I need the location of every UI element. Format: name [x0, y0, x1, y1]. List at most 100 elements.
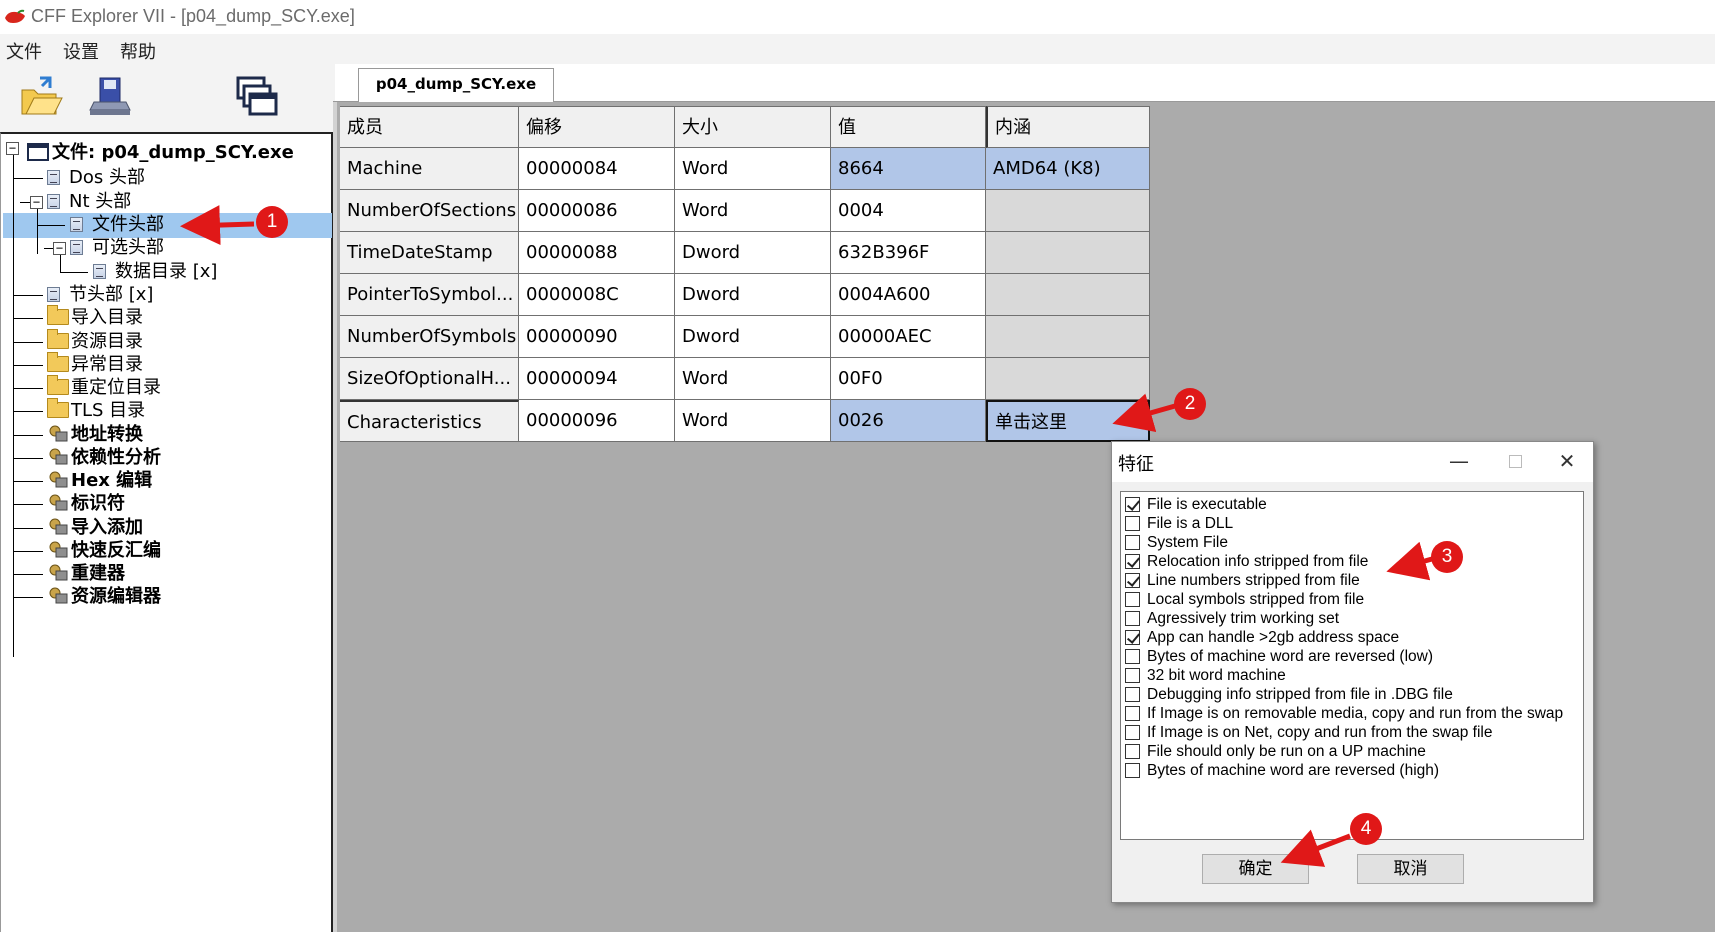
column-header-value[interactable]: 值 [831, 106, 986, 148]
option-removable-run-from-swap[interactable]: If Image is on removable media, copy and… [1125, 703, 1563, 724]
option-bytes-reversed-high[interactable]: Bytes of machine word are reversed (high… [1125, 760, 1439, 781]
checkbox-checked[interactable] [1125, 554, 1140, 569]
tree-item-identifier[interactable]: 标识符 [47, 492, 125, 516]
option-line-numbers-stripped[interactable]: Line numbers stripped from file [1125, 570, 1360, 591]
table-cell-member[interactable]: Machine [340, 148, 519, 190]
table-cell-size[interactable]: Word [675, 148, 831, 190]
table-cell-meaning[interactable] [986, 316, 1150, 358]
tree-collapse-toggle[interactable]: − [53, 242, 66, 255]
checkbox[interactable] [1125, 725, 1140, 740]
option-relocation-stripped[interactable]: Relocation info stripped from file [1125, 551, 1368, 572]
menu-help[interactable]: 帮助 [120, 38, 156, 64]
table-cell-offset[interactable]: 00000088 [519, 232, 675, 274]
checkbox[interactable] [1125, 668, 1140, 683]
table-cell-value[interactable]: 632B396F [831, 232, 986, 274]
tree-item-import-directory[interactable]: 导入目录 [47, 305, 143, 330]
table-cell-size[interactable]: Dword [675, 316, 831, 358]
tree-item-exception-directory[interactable]: 异常目录 [47, 352, 143, 377]
tree-item-resource-directory[interactable]: 资源目录 [47, 329, 143, 354]
open-icon[interactable] [16, 72, 66, 122]
tree-item-nt-header[interactable]: Nt 头部 [47, 190, 131, 214]
checkbox[interactable] [1125, 611, 1140, 626]
checkbox-checked[interactable] [1125, 630, 1140, 645]
tab-file[interactable]: p04_dump_SCY.exe [358, 68, 554, 102]
option-bytes-reversed-low[interactable]: Bytes of machine word are reversed (low) [1125, 646, 1433, 667]
table-cell-value[interactable]: 0004A600 [831, 274, 986, 316]
checkbox-checked[interactable] [1125, 573, 1140, 588]
table-cell-member[interactable]: SizeOfOptionalH... [340, 358, 519, 400]
table-cell-value[interactable]: 00000AEC [831, 316, 986, 358]
option-net-run-from-swap[interactable]: If Image is on Net, copy and run from th… [1125, 722, 1492, 743]
table-cell-offset[interactable]: 00000096 [519, 400, 675, 442]
checkbox[interactable] [1125, 706, 1140, 721]
table-cell-value[interactable]: 8664 [831, 148, 986, 190]
option-32bit-machine[interactable]: 32 bit word machine [1125, 665, 1286, 686]
table-cell-member[interactable]: PointerToSymbol... [340, 274, 519, 316]
option-up-system-only[interactable]: File should only be run on a UP machine [1125, 741, 1426, 762]
table-cell-size[interactable]: Word [675, 358, 831, 400]
tree-collapse-toggle[interactable]: − [6, 142, 19, 155]
table-cell-member[interactable]: Characteristics [340, 400, 519, 442]
table-cell-value[interactable]: 0004 [831, 190, 986, 232]
tree-item-address-converter[interactable]: 地址转换 [47, 423, 143, 447]
checkbox[interactable] [1125, 744, 1140, 759]
table-cell-size[interactable]: Word [675, 400, 831, 442]
tree-item-dependency-walker[interactable]: 依赖性分析 [47, 446, 161, 470]
option-debug-stripped[interactable]: Debugging info stripped from file in .DB… [1125, 684, 1453, 705]
tree-item-data-directories[interactable]: 数据目录 [x] [93, 260, 217, 284]
table-cell-member[interactable]: NumberOfSections [340, 190, 519, 232]
tree-item-quick-disassembler[interactable]: 快速反汇编 [47, 539, 161, 563]
checkbox-checked[interactable] [1125, 497, 1140, 512]
option-file-is-dll[interactable]: File is a DLL [1125, 513, 1233, 534]
tree-item-optional-header[interactable]: 可选头部 [70, 236, 164, 260]
checkbox[interactable] [1125, 763, 1140, 778]
tree-item-section-headers[interactable]: 节头部 [x] [47, 283, 153, 307]
option-large-address-aware[interactable]: App can handle >2gb address space [1125, 627, 1399, 648]
table-cell-offset[interactable]: 00000090 [519, 316, 675, 358]
close-icon[interactable]: ✕ [1544, 446, 1590, 478]
tree-item-import-adder[interactable]: 导入添加 [47, 516, 143, 540]
tree-collapse-toggle[interactable]: − [30, 196, 43, 209]
table-cell-offset[interactable]: 00000086 [519, 190, 675, 232]
option-system-file[interactable]: System File [1125, 532, 1228, 553]
tree-item-tls-directory[interactable]: TLS 目录 [47, 398, 145, 423]
minimize-icon[interactable]: — [1436, 446, 1482, 478]
table-cell-meaning[interactable]: AMD64 (K8) [986, 148, 1150, 190]
menu-file[interactable]: 文件 [6, 38, 42, 64]
table-cell-member[interactable]: NumberOfSymbols [340, 316, 519, 358]
table-cell-meaning[interactable] [986, 232, 1150, 274]
table-cell-meaning[interactable] [986, 190, 1150, 232]
option-aggressive-trim[interactable]: Agressively trim working set [1125, 608, 1339, 629]
table-cell-size[interactable]: Dword [675, 274, 831, 316]
table-cell-offset[interactable]: 00000084 [519, 148, 675, 190]
tree-item-resource-editor[interactable]: 资源编辑器 [47, 585, 161, 609]
column-header-meaning[interactable]: 内涵 [986, 106, 1150, 148]
table-cell-member[interactable]: TimeDateStamp [340, 232, 519, 274]
tree-item-file-header[interactable]: 文件头部 [70, 213, 164, 237]
option-local-symbols-stripped[interactable]: Local symbols stripped from file [1125, 589, 1364, 610]
table-cell-size[interactable]: Dword [675, 232, 831, 274]
tree-item-hex-editor[interactable]: Hex 编辑 [47, 469, 152, 493]
option-file-is-executable[interactable]: File is executable [1125, 494, 1267, 515]
menu-settings[interactable]: 设置 [63, 38, 99, 64]
maximize-icon[interactable] [1492, 446, 1538, 478]
column-header-offset[interactable]: 偏移 [519, 106, 675, 148]
table-cell-value[interactable]: 00F0 [831, 358, 986, 400]
table-cell-value[interactable]: 0026 [831, 400, 986, 442]
table-cell-meaning[interactable] [986, 274, 1150, 316]
ok-button[interactable]: 确定 [1202, 854, 1309, 884]
checkbox[interactable] [1125, 649, 1140, 664]
tree-item-relocation-directory[interactable]: 重定位目录 [47, 375, 161, 400]
checkbox[interactable] [1125, 687, 1140, 702]
table-cell-offset[interactable]: 00000094 [519, 358, 675, 400]
characteristics-click-here-cell[interactable]: 单击这里 [986, 400, 1150, 442]
windows-icon[interactable] [232, 72, 282, 122]
checkbox[interactable] [1125, 516, 1140, 531]
save-icon[interactable] [86, 72, 136, 122]
checkbox[interactable] [1125, 592, 1140, 607]
column-header-size[interactable]: 大小 [675, 106, 831, 148]
cancel-button[interactable]: 取消 [1357, 854, 1464, 884]
tree-item-dos-header[interactable]: Dos 头部 [47, 166, 145, 190]
table-cell-size[interactable]: Word [675, 190, 831, 232]
table-cell-offset[interactable]: 0000008C [519, 274, 675, 316]
